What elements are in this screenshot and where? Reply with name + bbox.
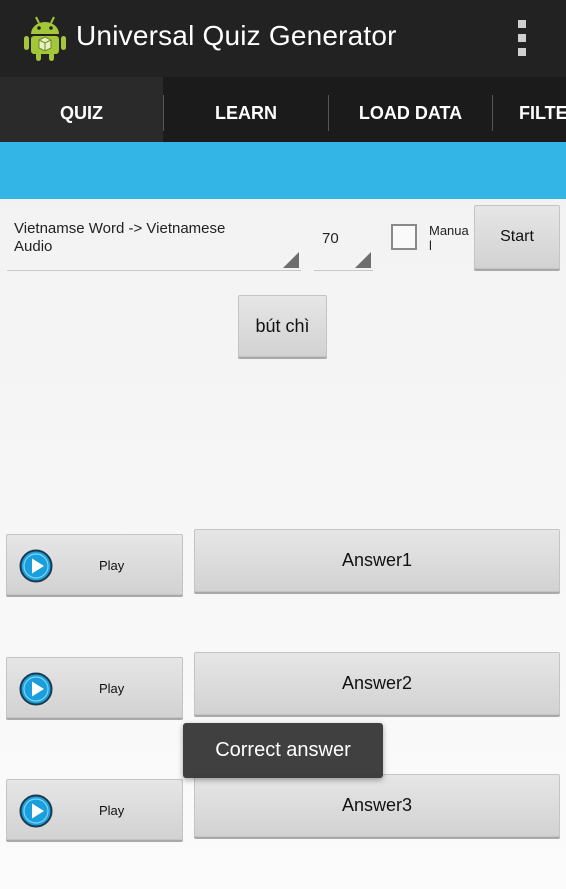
manual-label: Manual xyxy=(429,223,469,253)
spinner-arrow-icon xyxy=(283,252,299,268)
app-title: Universal Quiz Generator xyxy=(76,20,397,51)
question-word-button[interactable]: bút chì xyxy=(238,295,327,357)
play-icon xyxy=(19,549,53,583)
quiz-mode-spinner[interactable]: Vietnamse Word -> Vietnamese Audio xyxy=(7,212,301,271)
play-button-1[interactable]: Play xyxy=(6,534,183,595)
play-button-2[interactable]: Play xyxy=(6,657,183,718)
manual-checkbox[interactable] xyxy=(391,224,417,250)
play-icon xyxy=(19,672,53,706)
tab-bar: QUIZ LEARN LOAD DATA FILTE xyxy=(0,77,566,150)
tab-selected-indicator xyxy=(0,142,163,150)
android-robot-icon xyxy=(24,16,66,61)
tab-divider xyxy=(492,95,493,131)
answer-button-2[interactable]: Answer2 xyxy=(194,652,560,715)
question-count-spinner[interactable]: 70 xyxy=(314,212,373,271)
start-button[interactable]: Start xyxy=(474,205,560,269)
overflow-menu-icon[interactable] xyxy=(510,18,534,58)
play-label: Play xyxy=(99,558,125,573)
action-bar: Universal Quiz Generator xyxy=(0,0,566,77)
play-label: Play xyxy=(99,803,125,818)
play-label: Play xyxy=(99,681,125,696)
play-icon xyxy=(19,794,53,828)
spinner-arrow-icon xyxy=(355,252,371,268)
accent-band xyxy=(0,142,566,199)
quiz-mode-value: Vietnamse Word -> Vietnamese Audio xyxy=(14,220,226,255)
answer-button-1[interactable]: Answer1 xyxy=(194,529,560,592)
play-button-3[interactable]: Play xyxy=(6,779,183,840)
answer-button-3[interactable]: Answer3 xyxy=(194,774,560,837)
tab-learn[interactable]: LEARN xyxy=(164,77,328,150)
tab-filter[interactable]: FILTE xyxy=(519,77,566,150)
tab-quiz[interactable]: QUIZ xyxy=(0,77,163,150)
toast-message: Correct answer xyxy=(183,723,383,778)
tab-load-data[interactable]: LOAD DATA xyxy=(329,77,492,150)
question-count-value: 70 xyxy=(322,230,339,247)
